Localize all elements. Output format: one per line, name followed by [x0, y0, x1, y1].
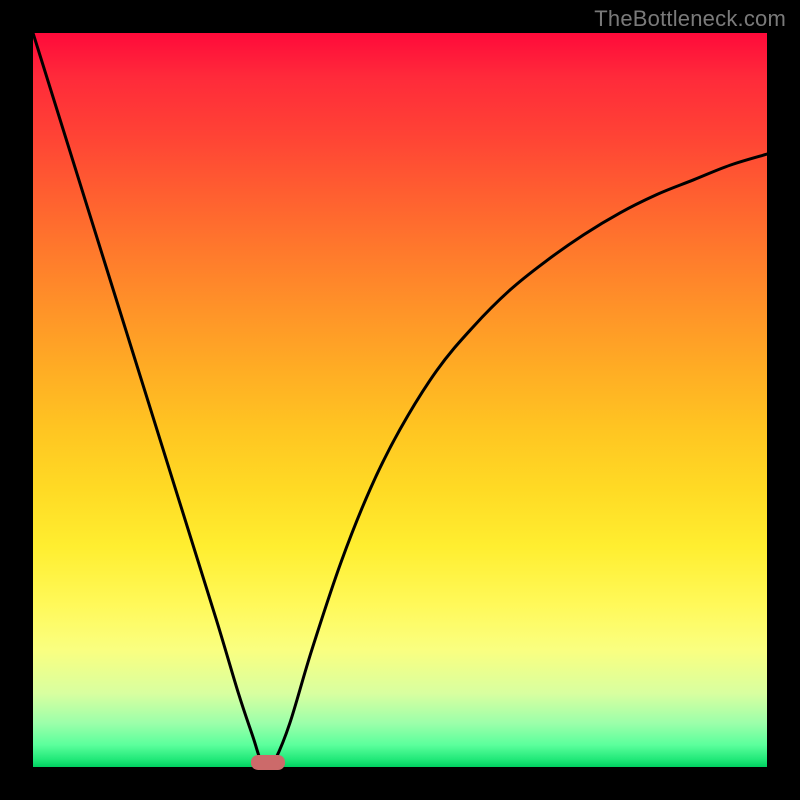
chart-frame: TheBottleneck.com — [0, 0, 800, 800]
bottleneck-curve — [33, 33, 767, 767]
curve-svg — [33, 33, 767, 767]
watermark-text: TheBottleneck.com — [594, 6, 786, 32]
plot-area — [33, 33, 767, 767]
optimal-marker — [251, 755, 285, 770]
